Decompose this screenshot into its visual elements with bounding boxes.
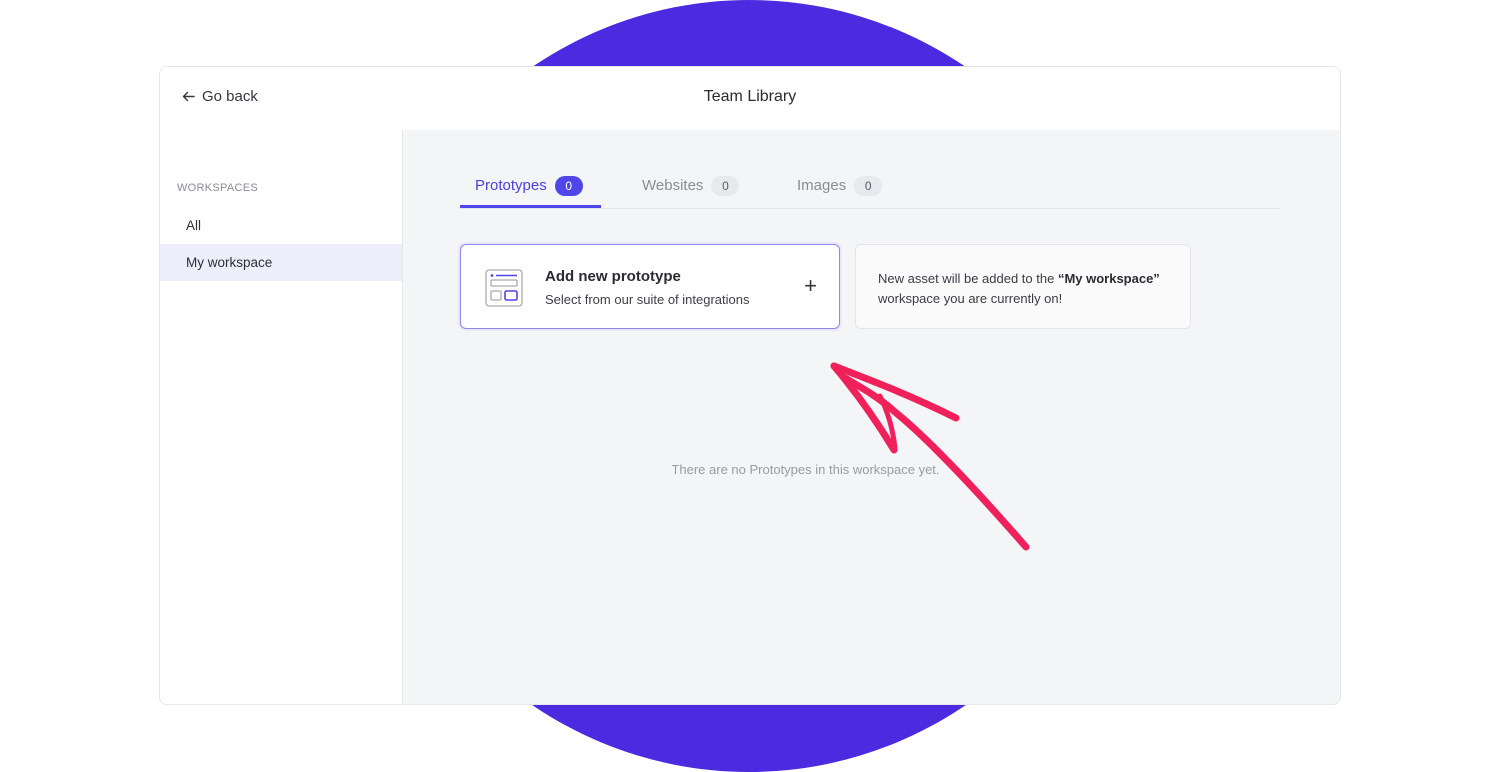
count-badge: 0 xyxy=(854,176,883,196)
workspace-info-card: New asset will be added to the “My works… xyxy=(855,244,1191,329)
prototype-layout-icon xyxy=(485,269,523,307)
sidebar: WORKSPACES All My workspace xyxy=(160,130,403,704)
tab-label: Prototypes xyxy=(475,177,547,194)
tab-bar: Prototypes 0 Websites 0 Images 0 xyxy=(460,174,1281,209)
sidebar-item-all[interactable]: All xyxy=(160,207,402,244)
count-badge: 0 xyxy=(554,176,583,196)
info-text-before: New asset will be added to the xyxy=(878,271,1058,286)
page-title: Team Library xyxy=(703,88,797,105)
sidebar-item-my-workspace[interactable]: My workspace xyxy=(160,244,402,281)
sidebar-item-label: All xyxy=(186,218,202,233)
info-text-after: workspace you are currently on! xyxy=(878,291,1063,306)
tab-prototypes[interactable]: Prototypes 0 xyxy=(460,174,601,208)
app-window: Go back Team Library WORKSPACES All My w… xyxy=(159,66,1341,705)
plus-icon[interactable]: + xyxy=(804,273,817,299)
tab-label: Images xyxy=(797,177,847,194)
sidebar-heading: WORKSPACES xyxy=(177,182,259,194)
info-workspace-name: “My workspace” xyxy=(1057,271,1160,286)
header: Go back Team Library xyxy=(160,67,1340,131)
main-content: Prototypes 0 Websites 0 Images 0 Add new xyxy=(403,130,1340,704)
sidebar-item-label: My workspace xyxy=(186,255,273,270)
empty-state-text: There are no Prototypes in this workspac… xyxy=(671,462,940,477)
tab-websites[interactable]: Websites 0 xyxy=(642,174,740,208)
count-badge: 0 xyxy=(711,176,740,196)
add-new-prototype-card[interactable]: Add new prototype Select from our suite … xyxy=(460,244,840,329)
tab-images[interactable]: Images 0 xyxy=(797,174,883,208)
card-subtitle: Select from our suite of integrations xyxy=(545,292,750,307)
card-title: Add new prototype xyxy=(545,268,681,285)
tab-label: Websites xyxy=(642,177,704,194)
